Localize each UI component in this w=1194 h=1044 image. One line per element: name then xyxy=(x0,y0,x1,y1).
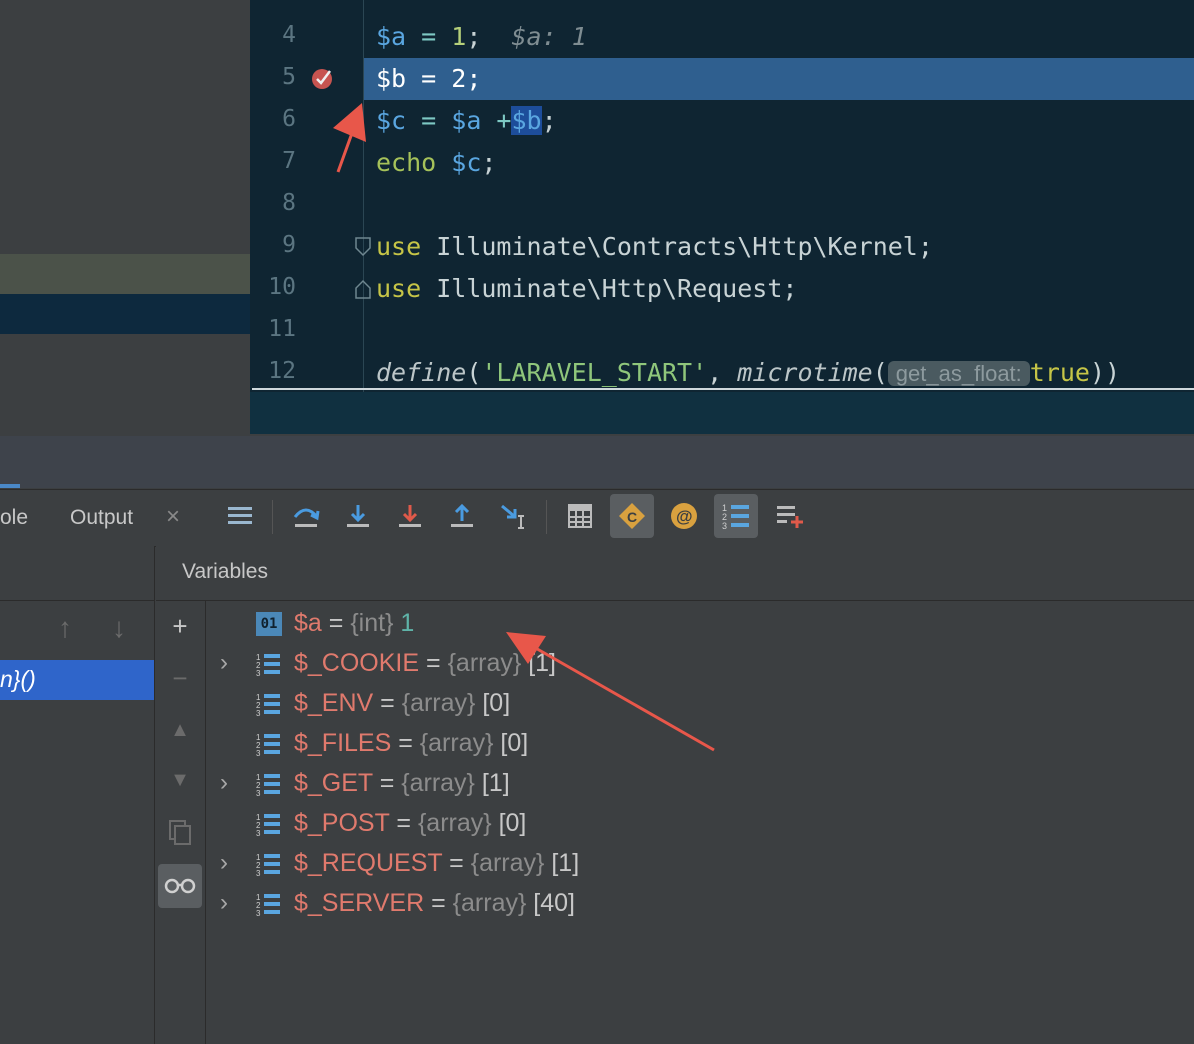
svg-text:C: C xyxy=(627,509,637,525)
tab-console[interactable]: ole xyxy=(0,506,28,530)
variables-header: Variables xyxy=(156,546,1194,601)
svg-text:@: @ xyxy=(676,507,693,526)
expand-chevron-icon[interactable]: › xyxy=(220,643,240,683)
code-line-4: $a = 1; $a: 1 xyxy=(376,22,587,51)
array-view-icon[interactable]: 123 xyxy=(714,494,758,538)
line-number: 10 xyxy=(268,274,296,300)
editor-lower-area xyxy=(250,392,1194,434)
tab-output[interactable]: Output xyxy=(70,506,133,530)
line-number: 7 xyxy=(282,148,296,174)
add-watch-plus-icon[interactable]: + xyxy=(158,604,202,648)
threads-menu-icon[interactable] xyxy=(218,494,262,538)
inline-debug-value: $a: 1 xyxy=(481,22,587,51)
svg-text:3: 3 xyxy=(256,789,261,796)
code-line-7: echo $c; xyxy=(376,148,497,177)
line-number: 9 xyxy=(282,232,296,258)
variable-row-get[interactable]: › 123 $_GET = {array} [1] xyxy=(206,763,1186,803)
frames-header-divider xyxy=(0,600,154,601)
add-watch-icon[interactable] xyxy=(768,494,812,538)
move-up-icon[interactable]: ▲ xyxy=(158,708,202,752)
selected-frame-row[interactable]: n}() xyxy=(0,660,154,700)
line-number: 11 xyxy=(268,316,296,342)
array-type-icon: 123 xyxy=(256,773,280,796)
expand-chevron-icon[interactable]: › xyxy=(220,843,240,883)
variable-row-server[interactable]: › 123 $_SERVER = {array} [40] xyxy=(206,883,1186,923)
variables-title: Variables xyxy=(182,560,268,583)
evaluate-expression-icon[interactable] xyxy=(558,494,602,538)
copy-icon[interactable] xyxy=(158,810,202,854)
project-row-highlight[interactable] xyxy=(0,254,250,294)
step-over-icon[interactable] xyxy=(284,494,328,538)
fold-end-icon[interactable] xyxy=(354,278,372,300)
svg-text:3: 3 xyxy=(256,829,261,836)
frames-panel xyxy=(0,546,155,1044)
show-constants-icon[interactable]: C xyxy=(610,494,654,538)
variable-row-files[interactable]: 123 $_FILES = {array} [0] xyxy=(206,723,1186,763)
array-type-icon: 123 xyxy=(256,853,280,876)
code-line-10: use Illuminate\Http\Request; xyxy=(376,274,798,303)
variable-row-a[interactable]: 01 $a = {int} 1 xyxy=(206,603,1186,643)
line-number: 12 xyxy=(268,358,296,384)
step-out-icon[interactable] xyxy=(440,494,484,538)
svg-text:3: 3 xyxy=(256,669,261,676)
code-line-6: $c = $a +$b; xyxy=(376,106,557,135)
next-frame-icon[interactable]: ↓ xyxy=(112,612,126,644)
run-to-cursor-icon[interactable] xyxy=(492,494,536,538)
toolbar-separator xyxy=(272,500,273,534)
line-number: 5 xyxy=(282,64,296,90)
remove-watch-icon[interactable]: − xyxy=(158,656,202,700)
array-type-icon: 123 xyxy=(256,733,280,756)
array-type-icon: 123 xyxy=(256,693,280,716)
editor-bottom-border xyxy=(252,388,1194,390)
force-step-into-icon[interactable] xyxy=(388,494,432,538)
step-into-icon[interactable] xyxy=(336,494,380,538)
frame-label: n}() xyxy=(0,666,36,692)
line-number: 8 xyxy=(282,190,296,216)
array-type-icon: 123 xyxy=(256,893,280,916)
svg-text:3: 3 xyxy=(256,709,261,716)
svg-text:3: 3 xyxy=(722,521,727,531)
fold-start-icon[interactable] xyxy=(354,236,372,258)
code-line-9: use Illuminate\Contracts\Http\Kernel; xyxy=(376,232,933,261)
show-references-icon[interactable]: @ xyxy=(662,494,706,538)
variable-row-request[interactable]: › 123 $_REQUEST = {array} [1] xyxy=(206,843,1186,883)
previous-frame-icon[interactable]: ↑ xyxy=(58,612,72,644)
svg-text:3: 3 xyxy=(256,909,261,916)
array-type-icon: 123 xyxy=(256,653,280,676)
gutter-divider xyxy=(363,0,364,392)
line-number: 6 xyxy=(282,106,296,132)
array-type-icon: 123 xyxy=(256,813,280,836)
tool-window-header xyxy=(0,436,1194,488)
code-line-5: $b = 2; xyxy=(376,64,482,93)
breakpoint-icon[interactable] xyxy=(310,64,338,92)
int-type-icon: 01 xyxy=(256,612,282,636)
variable-row-post[interactable]: 123 $_POST = {array} [0] xyxy=(206,803,1186,843)
show-watches-glasses-icon[interactable] xyxy=(158,864,202,908)
variable-row-cookie[interactable]: › 123 $_COOKIE = {array} [1] xyxy=(206,643,1186,683)
close-tab-icon[interactable]: × xyxy=(166,503,180,531)
toolbar-separator xyxy=(546,500,547,534)
svg-text:3: 3 xyxy=(256,749,261,756)
project-pane xyxy=(0,0,250,434)
move-down-icon[interactable]: ▼ xyxy=(158,758,202,802)
project-row-selected[interactable] xyxy=(0,294,250,334)
line-number: 4 xyxy=(282,22,296,48)
expand-chevron-icon[interactable]: › xyxy=(220,763,240,803)
svg-text:3: 3 xyxy=(256,869,261,876)
execution-point-line xyxy=(364,58,1194,100)
active-tab-indicator xyxy=(0,484,20,488)
expand-chevron-icon[interactable]: › xyxy=(220,883,240,923)
variable-row-env[interactable]: 123 $_ENV = {array} [0] xyxy=(206,683,1186,723)
parameter-hint: get_as_float: xyxy=(887,361,1030,386)
